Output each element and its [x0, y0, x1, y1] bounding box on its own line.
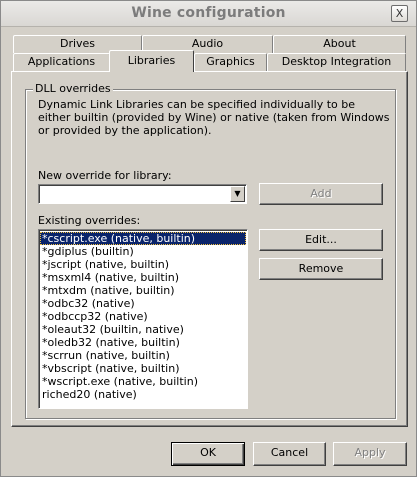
- list-item[interactable]: *oleaut32 (builtin, native): [40, 323, 246, 336]
- close-icon: X: [395, 7, 404, 20]
- existing-overrides-label: Existing overrides:: [38, 214, 141, 227]
- list-item[interactable]: *odbccp32 (native): [40, 310, 246, 323]
- add-button-label: Add: [310, 187, 332, 200]
- tab-label: Applications: [27, 55, 96, 68]
- list-item[interactable]: *oledb32 (native, builtin): [40, 336, 246, 349]
- list-item[interactable]: *cscript.exe (native, builtin): [40, 232, 246, 245]
- dll-overrides-description: Dynamic Link Libraries can be specified …: [38, 98, 390, 137]
- cancel-button[interactable]: Cancel: [253, 442, 326, 466]
- ok-button-label: OK: [200, 446, 216, 459]
- ok-button[interactable]: OK: [171, 442, 245, 466]
- apply-button[interactable]: Apply: [333, 442, 407, 466]
- tab-label: Drives: [59, 37, 96, 50]
- list-item[interactable]: *mtxdm (native, builtin): [40, 284, 246, 297]
- tab-about[interactable]: About: [273, 35, 406, 53]
- dropdown-button[interactable]: ▼: [230, 186, 245, 202]
- remove-button[interactable]: Remove: [259, 258, 383, 280]
- list-item[interactable]: *jscript (native, builtin): [40, 258, 246, 271]
- list-item[interactable]: riched20 (native): [40, 388, 246, 401]
- list-item[interactable]: *scrrun (native, builtin): [40, 349, 246, 362]
- list-item[interactable]: *msxml4 (native, builtin): [40, 271, 246, 284]
- new-override-combobox[interactable]: ▼: [38, 184, 247, 204]
- close-button[interactable]: X: [391, 5, 408, 22]
- existing-overrides-list[interactable]: *cscript.exe (native, builtin) *gdiplus (…: [38, 229, 248, 409]
- tab-label: Graphics: [206, 55, 255, 68]
- dll-overrides-legend: DLL overrides: [33, 82, 113, 95]
- triangle-down-icon: ▼: [234, 189, 241, 198]
- tab-label: Libraries: [127, 54, 176, 67]
- list-item[interactable]: *vbscript (native, builtin): [40, 362, 246, 375]
- apply-button-label: Apply: [354, 446, 386, 459]
- add-button[interactable]: Add: [259, 183, 383, 205]
- edit-button-label: Edit...: [305, 233, 337, 246]
- tab-desktop-integration[interactable]: Desktop Integration: [267, 53, 406, 71]
- list-item[interactable]: *odbc32 (native): [40, 297, 246, 310]
- tab-label: Desktop Integration: [281, 55, 392, 68]
- list-item[interactable]: *gdiplus (builtin): [40, 245, 246, 258]
- tab-label: Audio: [191, 37, 224, 50]
- wine-config-window: Wine configuration X Drives Audio About …: [0, 0, 417, 477]
- list-item[interactable]: *wscript.exe (native, builtin): [40, 375, 246, 388]
- tab-label: About: [323, 37, 356, 50]
- new-override-label: New override for library:: [38, 169, 172, 182]
- window-title: Wine configuration: [131, 5, 286, 21]
- edit-button[interactable]: Edit...: [259, 229, 383, 251]
- tab-graphics[interactable]: Graphics: [194, 53, 267, 71]
- tab-applications[interactable]: Applications: [13, 53, 110, 71]
- remove-button-label: Remove: [298, 262, 344, 275]
- tab-libraries[interactable]: Libraries: [109, 50, 194, 72]
- title-bar[interactable]: Wine configuration X: [1, 1, 416, 27]
- cancel-button-label: Cancel: [270, 446, 309, 459]
